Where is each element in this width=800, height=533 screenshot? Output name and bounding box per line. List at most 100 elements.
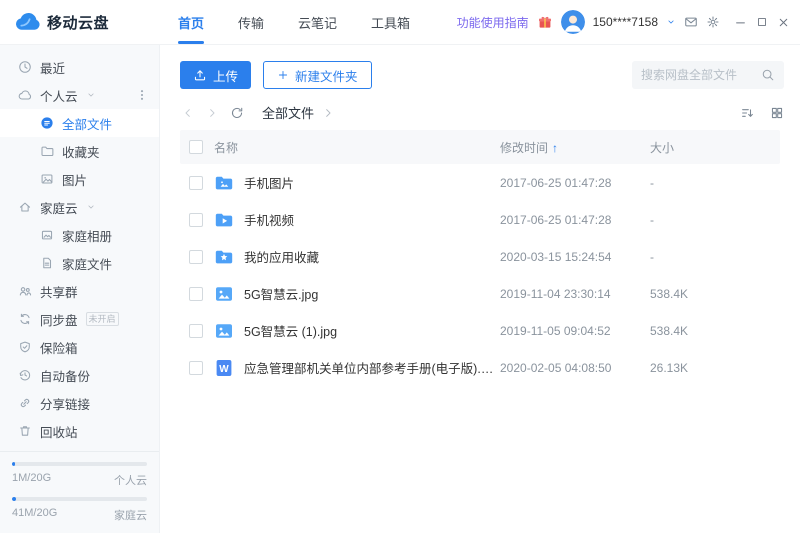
sidebar-item-sync-disk[interactable]: 同步盘未开启 (0, 305, 159, 333)
refresh-icon[interactable] (230, 106, 244, 120)
sidebar-item-label: 回收站 (40, 422, 78, 441)
file-name[interactable]: 手机视频 (244, 210, 294, 229)
sidebar-item-recent[interactable]: 最近 (0, 53, 159, 81)
storage-bar (12, 497, 147, 501)
file-size: 26.13K (650, 361, 780, 375)
sidebar-item-auto-backup[interactable]: 自动备份 (0, 361, 159, 389)
new-folder-button[interactable]: 新建文件夹 (263, 61, 372, 89)
chevron-down-icon[interactable] (86, 90, 96, 100)
column-modified[interactable]: 修改时间↑ (500, 139, 650, 156)
sidebar-item-label: 图片 (62, 170, 87, 189)
safe-box-icon (18, 340, 32, 354)
sidebar-item-shared-group[interactable]: 共享群 (0, 277, 159, 305)
table-row[interactable]: 手机视频2017-06-25 01:47:28- (180, 201, 780, 238)
row-checkbox[interactable] (189, 176, 203, 190)
table-row[interactable]: W应急管理部机关单位内部参考手册(电子版).docx2020-02-05 04:… (180, 349, 780, 386)
search-input[interactable] (641, 68, 755, 82)
sidebar: 最近个人云全部文件收藏夹图片家庭云家庭相册家庭文件共享群同步盘未开启保险箱自动备… (0, 45, 160, 533)
sidebar-item-family-cloud[interactable]: 家庭云 (0, 193, 159, 221)
row-checkbox[interactable] (189, 250, 203, 264)
sidebar-item-family-files[interactable]: 家庭文件 (0, 249, 159, 277)
settings-gear-icon[interactable] (706, 15, 720, 29)
file-modified: 2020-03-15 15:24:54 (500, 250, 650, 264)
table-row[interactable]: 5G智慧云 (1).jpg 2019-11-05 09:04:52538.4K (180, 312, 780, 349)
file-size: 538.4K (650, 324, 780, 338)
sidebar-item-pictures[interactable]: 图片 (0, 165, 159, 193)
file-name[interactable]: 5G智慧云 (1).jpg (244, 321, 337, 340)
sidebar-list: 最近个人云全部文件收藏夹图片家庭云家庭相册家庭文件共享群同步盘未开启保险箱自动备… (0, 45, 159, 451)
row-checkbox[interactable] (189, 213, 203, 227)
nav-tab-transfer[interactable]: 传输 (238, 0, 264, 44)
folder-video-icon (214, 210, 234, 230)
table-row[interactable]: 我的应用收藏 2020-03-15 15:24:54- (180, 238, 780, 275)
app-logo[interactable]: 移动云盘 (0, 9, 160, 35)
more-options-icon[interactable] (135, 88, 149, 102)
row-checkbox[interactable] (189, 361, 203, 375)
recycle-bin-icon (18, 424, 32, 438)
column-name[interactable]: 名称 (214, 139, 500, 156)
sidebar-item-all-files[interactable]: 全部文件 (0, 109, 159, 137)
storage-meter: 41M/20G 家庭云 (12, 497, 147, 523)
nav-tab-toolbox[interactable]: 工具箱 (371, 0, 410, 44)
file-table: 名称 修改时间↑ 大小 手机图片2017-06-25 01:47:28-手机视频… (160, 130, 800, 533)
file-size: - (650, 250, 780, 264)
file-name[interactable]: 5G智慧云.jpg (244, 284, 318, 303)
sync-off-badge: 未开启 (86, 312, 119, 326)
maximize-icon[interactable] (756, 16, 768, 28)
account-chevron-down-icon[interactable] (666, 17, 676, 27)
sidebar-item-label: 共享群 (40, 282, 78, 301)
minimize-icon[interactable] (734, 16, 747, 29)
chevron-down-icon[interactable] (86, 202, 96, 212)
close-icon[interactable] (777, 16, 790, 29)
content-area: 最近个人云全部文件收藏夹图片家庭云家庭相册家庭文件共享群同步盘未开启保险箱自动备… (0, 45, 800, 533)
file-name[interactable]: 手机图片 (244, 173, 294, 192)
sort-view-icon[interactable] (740, 106, 754, 120)
sidebar-item-recycle-bin[interactable]: 回收站 (0, 417, 159, 445)
storage-usage: 41M/20G (12, 507, 57, 523)
file-name[interactable]: 应急管理部机关单位内部参考手册(电子版).docx (244, 358, 500, 377)
storage-label: 家庭云 (114, 507, 147, 523)
family-cloud-icon (18, 200, 32, 214)
row-checkbox[interactable] (189, 324, 203, 338)
file-modified: 2019-11-04 23:30:14 (500, 287, 650, 301)
sidebar-item-family-album[interactable]: 家庭相册 (0, 221, 159, 249)
file-modified: 2017-06-25 01:47:28 (500, 176, 650, 190)
select-all-checkbox[interactable] (189, 140, 203, 154)
sidebar-item-safe-box[interactable]: 保险箱 (0, 333, 159, 361)
nav-tab-home[interactable]: 首页 (178, 0, 204, 44)
toolbar: 上传 新建文件夹 (160, 45, 800, 99)
breadcrumb: 全部文件 (160, 99, 800, 130)
sidebar-item-label: 最近 (40, 58, 65, 77)
breadcrumb-current[interactable]: 全部文件 (262, 103, 314, 122)
sidebar-item-label: 自动备份 (40, 366, 90, 385)
search-icon[interactable] (761, 68, 775, 82)
personal-cloud-icon (18, 88, 32, 102)
gift-icon[interactable] (537, 14, 553, 30)
file-modified: 2019-11-05 09:04:52 (500, 324, 650, 338)
forward-icon[interactable] (206, 107, 218, 119)
account-phone[interactable]: 150****7158 (593, 15, 658, 29)
avatar[interactable] (561, 10, 585, 34)
column-size[interactable]: 大小 (650, 139, 780, 156)
upload-button[interactable]: 上传 (180, 61, 251, 89)
sidebar-item-label: 家庭相册 (62, 226, 112, 245)
file-name[interactable]: 我的应用收藏 (244, 247, 319, 266)
pictures-icon (40, 172, 54, 186)
sidebar-item-favorites[interactable]: 收藏夹 (0, 137, 159, 165)
table-row[interactable]: 5G智慧云.jpg2019-11-04 23:30:14538.4K (180, 275, 780, 312)
mail-icon[interactable] (684, 15, 698, 29)
sidebar-item-personal-cloud[interactable]: 个人云 (0, 81, 159, 109)
sidebar-item-share-links[interactable]: 分享链接 (0, 389, 159, 417)
row-checkbox[interactable] (189, 287, 203, 301)
back-icon[interactable] (182, 107, 194, 119)
sidebar-item-label: 个人云 (40, 86, 78, 105)
guide-link[interactable]: 功能使用指南 (457, 14, 529, 31)
grid-view-icon[interactable] (770, 106, 784, 120)
sidebar-item-label: 同步盘 (40, 310, 78, 329)
nav-tab-cloud-notes[interactable]: 云笔记 (298, 0, 337, 44)
file-size: - (650, 213, 780, 227)
plus-icon (277, 69, 289, 81)
table-row[interactable]: 手机图片2017-06-25 01:47:28- (180, 164, 780, 201)
share-links-icon (18, 396, 32, 410)
app-title: 移动云盘 (47, 12, 109, 33)
